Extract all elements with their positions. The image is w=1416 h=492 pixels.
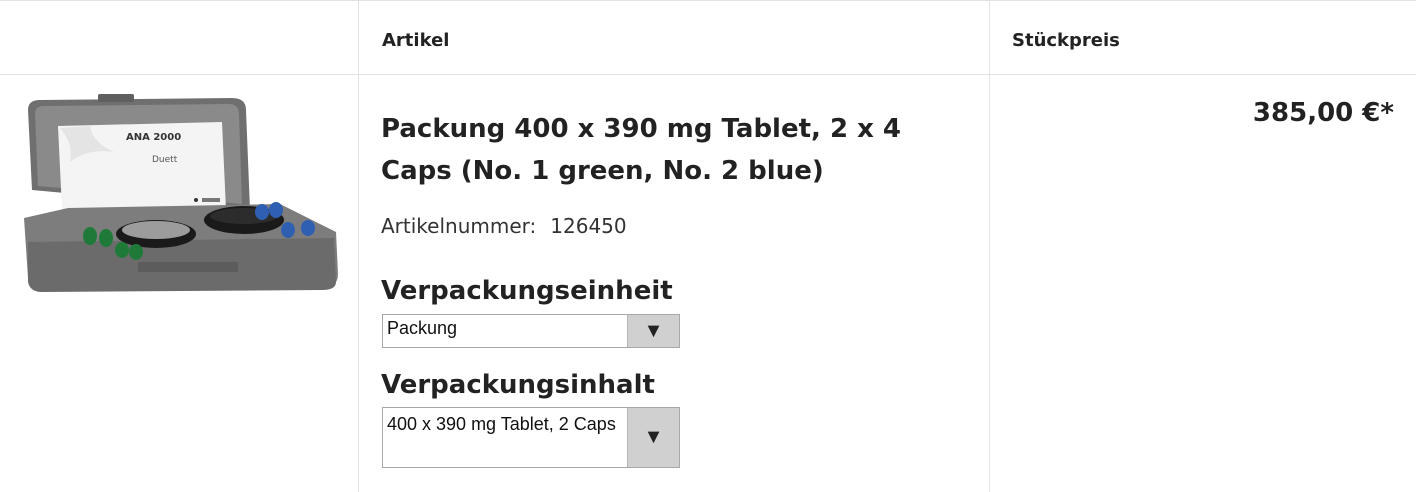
column-header-article: Artikel: [382, 30, 450, 51]
cart-table: Artikel Stückpreis ANA 2000 Duett Packun…: [0, 0, 1416, 492]
packaging-unit-value: Packung: [387, 318, 458, 338]
packaging-unit-select[interactable]: Packung ▼: [382, 314, 680, 348]
product-title[interactable]: Packung 400 x 390 mg Tablet, 2 x 4 Caps …: [381, 108, 971, 192]
article-number-value: 126450: [550, 214, 627, 238]
packaging-content-label: Verpackungsinhalt: [381, 370, 655, 400]
article-number-row: Artikelnummer: 126450: [381, 214, 627, 238]
packaging-unit-label: Verpackungseinheit: [381, 276, 673, 306]
unit-price: 385,00 €*: [1252, 98, 1394, 128]
chevron-down-icon[interactable]: ▼: [627, 408, 679, 467]
image-label: ANA 2000: [126, 132, 181, 143]
column-header-price: Stückpreis: [1012, 30, 1120, 51]
packaging-content-value: 400 x 390 mg Tablet, 2 Caps: [387, 414, 616, 434]
packaging-content-select[interactable]: 400 x 390 mg Tablet, 2 Caps ▼: [382, 407, 680, 468]
row-divider: [0, 74, 1416, 75]
product-image[interactable]: ANA 2000 Duett: [18, 92, 340, 302]
article-number-label: Artikelnummer:: [381, 214, 537, 238]
row-divider: [0, 0, 1416, 1]
chevron-down-icon[interactable]: ▼: [627, 315, 679, 347]
image-sublabel: Duett: [152, 155, 178, 165]
